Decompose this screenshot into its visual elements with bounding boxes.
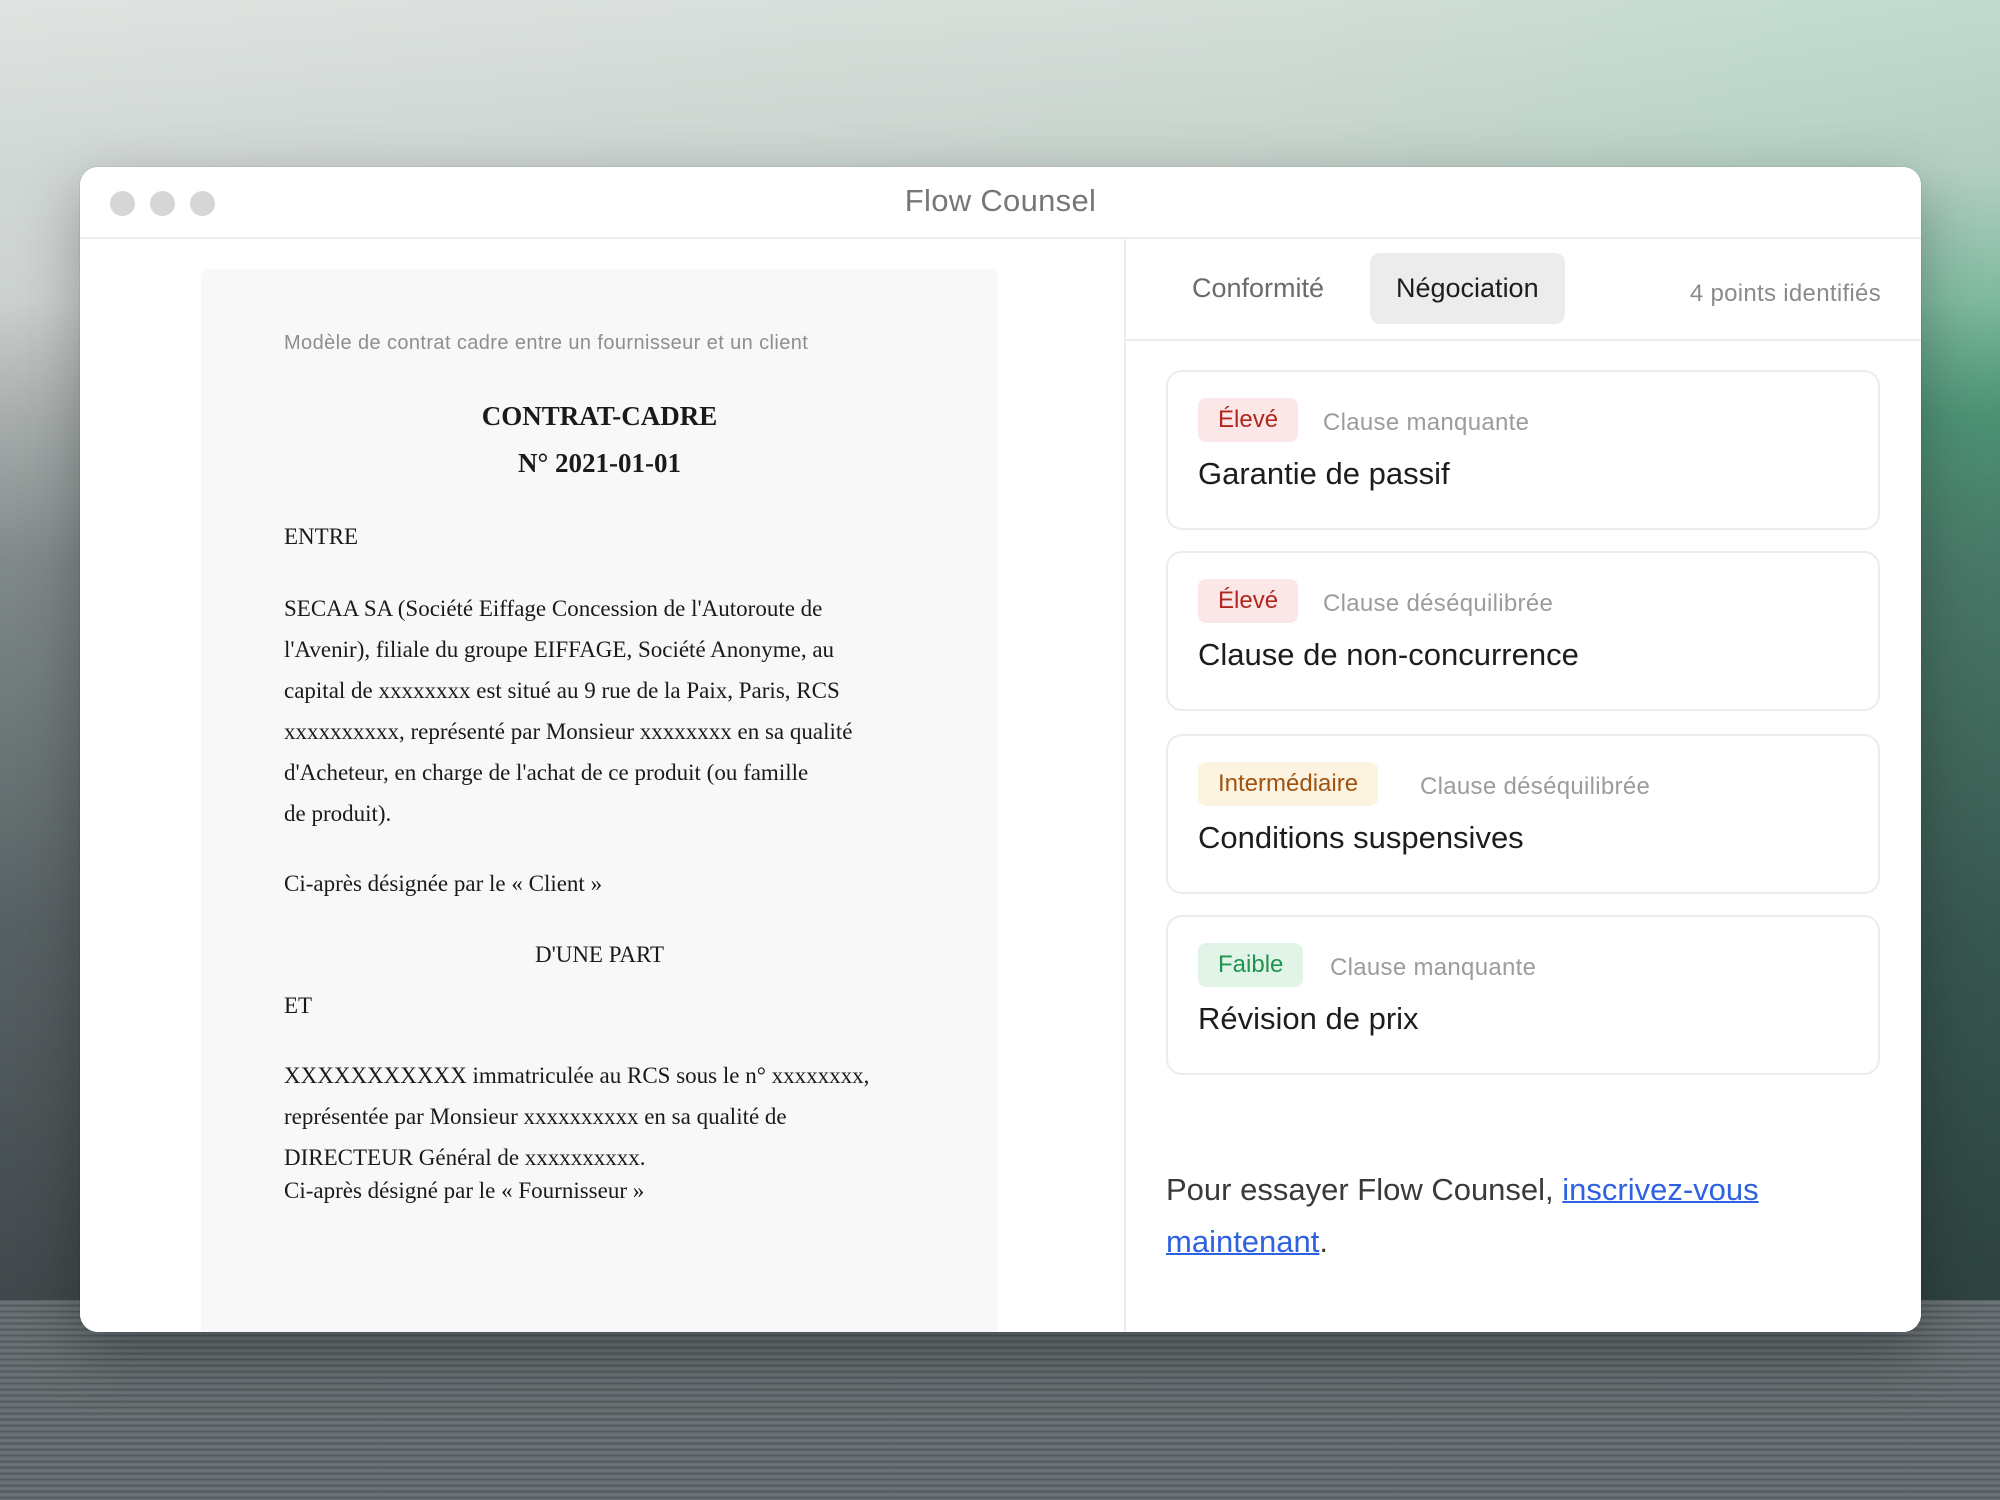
party1-line: capital de xxxxxxxx est situé au 9 rue d… [284, 678, 840, 703]
cta-prefix: Pour essayer Flow Counsel, [1166, 1172, 1563, 1207]
issue-card[interactable]: Faible Clause manquante Révision de prix [1166, 915, 1880, 1075]
issue-title: Clause de non-concurrence [1198, 637, 1579, 672]
severity-badge: Intermédiaire [1198, 762, 1379, 806]
document-note: Modèle de contrat cadre entre un fournis… [284, 332, 809, 354]
party1-line: xxxxxxxxxx, représenté par Monsieur xxxx… [284, 719, 853, 744]
party1-line: l'Avenir), filiale du groupe EIFFAGE, So… [284, 637, 835, 662]
party2-line: représentée par Monsieur xxxxxxxxxx en s… [284, 1104, 787, 1129]
tab-conformite[interactable]: Conformité [1166, 253, 1350, 324]
app-window: Flow Counsel Modèle de contrat cadre ent… [80, 167, 1921, 1332]
analysis-pane: Conformité Négociation 4 points identifi… [1126, 239, 1921, 1332]
issue-type: Clause manquante [1330, 954, 1537, 981]
party1-line: SECAA SA (Société Eiffage Concession de … [284, 596, 823, 621]
severity-badge: Élevé [1198, 398, 1299, 442]
contract-document: Modèle de contrat cadre entre un fournis… [201, 269, 998, 1332]
issue-card[interactable]: Intermédiaire Clause déséquilibrée Condi… [1166, 734, 1880, 894]
issue-title: Conditions suspensives [1198, 820, 1524, 855]
severity-badge: Faible [1198, 943, 1304, 987]
issue-card[interactable]: Élevé Clause déséquilibrée Clause de non… [1166, 551, 1880, 711]
tab-negociation[interactable]: Négociation [1370, 253, 1565, 324]
document-number: N° 2021-01-01 [517, 448, 682, 478]
party1-paragraph: SECAA SA (Société Eiffage Concession de … [284, 588, 924, 834]
et-label: ET [284, 993, 313, 1018]
issue-title: Garantie de passif [1198, 456, 1450, 491]
entre-label: ENTRE [284, 524, 359, 549]
supplier-designation: Ci-après désigné par le « Fournisseur » [284, 1178, 645, 1203]
document-title: CONTRAT-CADRE [481, 401, 718, 431]
cta-suffix: . [1319, 1224, 1329, 1259]
party1-line: d'Acheteur, en charge de l'achat de ce p… [284, 760, 809, 785]
party2-paragraph: XXXXXXXXXXX immatriculée au RCS sous le … [284, 1055, 964, 1178]
issue-type: Clause manquante [1323, 409, 1530, 436]
window-title: Flow Counsel [904, 183, 1097, 218]
issue-type: Clause déséquilibrée [1323, 590, 1554, 617]
party2-line: XXXXXXXXXXX immatriculée au RCS sous le … [284, 1063, 870, 1088]
dune-part-label: D'UNE PART [534, 942, 665, 967]
title-bar: Flow Counsel [80, 167, 1921, 239]
document-pane: Modèle de contrat cadre entre un fournis… [80, 239, 1124, 1332]
tabs-bar: Conformité Négociation 4 points identifi… [1126, 239, 1921, 341]
points-count: 4 points identifiés [1689, 280, 1881, 307]
client-designation: Ci-après désignée par le « Client » [284, 871, 603, 896]
issue-card[interactable]: Élevé Clause manquante Garantie de passi… [1166, 370, 1880, 530]
issue-title: Révision de prix [1198, 1001, 1419, 1036]
issue-type: Clause déséquilibrée [1420, 773, 1651, 800]
severity-badge: Élevé [1198, 579, 1299, 623]
party1-line: de produit). [284, 801, 392, 826]
signup-cta: Pour essayer Flow Counsel, inscrivez-vou… [1166, 1164, 1866, 1268]
